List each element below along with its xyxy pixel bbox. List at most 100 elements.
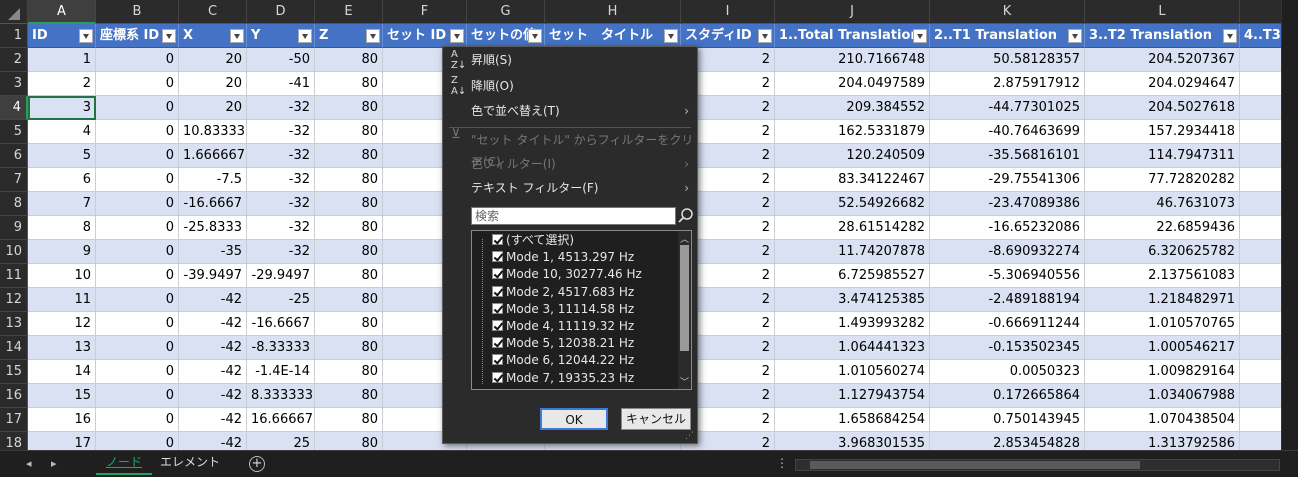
filter-list-item[interactable]: (すべて選択): [492, 232, 574, 249]
table-cell[interactable]: -32: [247, 96, 315, 120]
table-cell[interactable]: 50.58128357: [930, 48, 1085, 72]
table-cell[interactable]: -42: [179, 432, 247, 450]
table-cell[interactable]: 52.54926682: [775, 192, 930, 216]
table-cell[interactable]: 0: [96, 408, 179, 432]
table-cell[interactable]: -42: [179, 312, 247, 336]
table-cell[interactable]: [1240, 168, 1281, 192]
table-cell[interactable]: 2.137561083: [1085, 264, 1240, 288]
table-header-cell[interactable]: 3..T2 Translation: [1085, 24, 1240, 48]
table-cell[interactable]: 0.172665864: [930, 384, 1085, 408]
table-cell[interactable]: -1.4E-14: [247, 360, 315, 384]
filter-list-item[interactable]: Mode 2, 4517.683 Hz: [492, 284, 634, 301]
table-cell[interactable]: -7.5: [179, 168, 247, 192]
table-cell[interactable]: 0: [96, 360, 179, 384]
table-cell[interactable]: -16.65232086: [930, 216, 1085, 240]
column-header-l[interactable]: L: [1085, 0, 1240, 24]
table-cell[interactable]: 210.7166748: [775, 48, 930, 72]
table-cell[interactable]: 0: [96, 240, 179, 264]
more-options-icon[interactable]: ⋮: [776, 456, 788, 470]
table-cell[interactable]: 80: [315, 48, 383, 72]
table-cell[interactable]: 0: [96, 336, 179, 360]
table-cell[interactable]: 10.83333: [179, 120, 247, 144]
table-cell[interactable]: 3: [28, 96, 96, 120]
table-header-cell[interactable]: セット ID: [383, 24, 467, 48]
table-header-cell[interactable]: 1..Total Translation: [775, 24, 930, 48]
table-cell[interactable]: 6: [28, 168, 96, 192]
table-cell[interactable]: [1240, 360, 1281, 384]
row-header[interactable]: 9: [0, 216, 28, 240]
row-header[interactable]: 8: [0, 192, 28, 216]
table-cell[interactable]: -40.76463699: [930, 120, 1085, 144]
table-cell[interactable]: -35: [179, 240, 247, 264]
table-cell[interactable]: 80: [315, 336, 383, 360]
table-cell[interactable]: -44.77301025: [930, 96, 1085, 120]
checkbox-checked-icon[interactable]: [492, 320, 503, 331]
table-cell[interactable]: [1240, 144, 1281, 168]
table-cell[interactable]: 1.064441323: [775, 336, 930, 360]
row-header[interactable]: 5: [0, 120, 28, 144]
table-header-cell[interactable]: セット タイトル: [545, 24, 681, 48]
table-cell[interactable]: 11.74207878: [775, 240, 930, 264]
sort-ascending-item[interactable]: A Z↓ 昇順(S): [443, 49, 697, 71]
column-header-h[interactable]: H: [545, 0, 681, 24]
table-cell[interactable]: -32: [247, 120, 315, 144]
table-cell[interactable]: 0: [96, 264, 179, 288]
checkbox-checked-icon[interactable]: [492, 234, 503, 245]
table-cell[interactable]: 80: [315, 360, 383, 384]
table-cell[interactable]: 80: [315, 240, 383, 264]
table-cell[interactable]: -42: [179, 288, 247, 312]
table-cell[interactable]: 17: [28, 432, 96, 450]
column-header-k[interactable]: K: [930, 0, 1085, 24]
filter-dropdown-icon[interactable]: [79, 29, 93, 43]
table-cell[interactable]: [1240, 240, 1281, 264]
sort-descending-item[interactable]: Z A↓ 降順(O): [443, 75, 697, 97]
row-header[interactable]: 12: [0, 288, 28, 312]
table-cell[interactable]: 25: [247, 432, 315, 450]
table-cell[interactable]: 0: [96, 48, 179, 72]
table-cell[interactable]: 1.666667: [179, 144, 247, 168]
table-cell[interactable]: 114.7947311: [1085, 144, 1240, 168]
table-cell[interactable]: 13: [28, 336, 96, 360]
row-header[interactable]: 3: [0, 72, 28, 96]
table-cell[interactable]: -16.6667: [247, 312, 315, 336]
table-cell[interactable]: 204.5207367: [1085, 48, 1240, 72]
table-cell[interactable]: [1240, 72, 1281, 96]
table-cell[interactable]: 0: [96, 168, 179, 192]
table-cell[interactable]: 0.750143945: [930, 408, 1085, 432]
next-sheet-icon[interactable]: ▸: [51, 457, 57, 470]
column-header-f[interactable]: F: [383, 0, 467, 24]
table-cell[interactable]: 204.5027618: [1085, 96, 1240, 120]
table-cell[interactable]: 80: [315, 312, 383, 336]
filter-list-item[interactable]: Mode 6, 12044.22 Hz: [492, 352, 634, 369]
table-cell[interactable]: 1.218482971: [1085, 288, 1240, 312]
table-cell[interactable]: 12: [28, 312, 96, 336]
checkbox-checked-icon[interactable]: [492, 337, 503, 349]
table-cell[interactable]: -42: [179, 360, 247, 384]
table-cell[interactable]: [1240, 312, 1281, 336]
filter-dropdown-icon[interactable]: [1068, 29, 1082, 43]
column-header-g[interactable]: G: [467, 0, 545, 24]
row-header[interactable]: 1: [0, 24, 28, 48]
table-cell[interactable]: 3.968301535: [775, 432, 930, 450]
row-header[interactable]: 17: [0, 408, 28, 432]
table-cell[interactable]: 28.61514282: [775, 216, 930, 240]
table-cell[interactable]: 1.070438504: [1085, 408, 1240, 432]
filter-list-item[interactable]: Mode 4, 11119.32 Hz: [492, 318, 634, 335]
table-cell[interactable]: -29.9497: [247, 264, 315, 288]
table-cell[interactable]: -42: [179, 408, 247, 432]
select-all-corner[interactable]: [0, 0, 28, 24]
table-cell[interactable]: -23.47089386: [930, 192, 1085, 216]
table-cell[interactable]: 0: [96, 96, 179, 120]
table-cell[interactable]: -16.6667: [179, 192, 247, 216]
table-cell[interactable]: -29.75541306: [930, 168, 1085, 192]
table-cell[interactable]: 0: [96, 288, 179, 312]
filter-dropdown-icon[interactable]: [528, 29, 542, 43]
column-header-d[interactable]: D: [247, 0, 315, 24]
horizontal-scroll-thumb[interactable]: [810, 461, 1140, 469]
table-cell[interactable]: 204.0294647: [1085, 72, 1240, 96]
filter-dropdown-icon[interactable]: [162, 29, 176, 43]
table-cell[interactable]: 2: [28, 72, 96, 96]
table-cell[interactable]: -0.666911244: [930, 312, 1085, 336]
table-cell[interactable]: -25: [247, 288, 315, 312]
table-header-cell[interactable]: X: [179, 24, 247, 48]
